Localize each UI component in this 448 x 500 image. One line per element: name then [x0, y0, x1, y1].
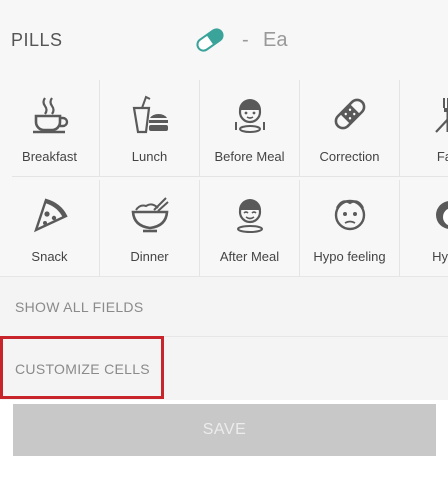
meal-cells-grid: Breakfast Lunch Before Meal Correction F… [0, 80, 448, 276]
separator-dash: - [242, 29, 249, 51]
save-button[interactable]: SAVE [13, 404, 436, 456]
pill-icon [196, 28, 224, 52]
person-after-meal-icon [236, 199, 263, 233]
show-all-fields-button[interactable]: SHOW ALL FIELDS [0, 276, 448, 336]
highlight-box [0, 336, 164, 399]
bowl-chopsticks-icon [131, 197, 169, 233]
cell-fast[interactable]: Fast [400, 80, 448, 176]
cell-label: Fast [436, 149, 448, 164]
pizza-slice-icon [33, 198, 68, 233]
show-all-fields-label: SHOW ALL FIELDS [15, 299, 144, 315]
row-divider [12, 176, 448, 177]
cell-hyper[interactable]: Hyper [400, 180, 448, 276]
pill-value-field[interactable]: Ea [263, 29, 287, 52]
cell-label: Hyper [432, 249, 448, 264]
fork-knife-icon [434, 98, 448, 133]
coffee-cup-icon [32, 97, 68, 134]
header: PILLS - Ea [0, 0, 448, 80]
person-before-meal-icon [234, 99, 265, 133]
bandage-icon [334, 98, 365, 130]
page-title: PILLS [11, 30, 63, 50]
hyper-face-icon [435, 201, 448, 229]
burger-drink-icon [132, 95, 168, 134]
hypo-face-icon [334, 199, 365, 231]
